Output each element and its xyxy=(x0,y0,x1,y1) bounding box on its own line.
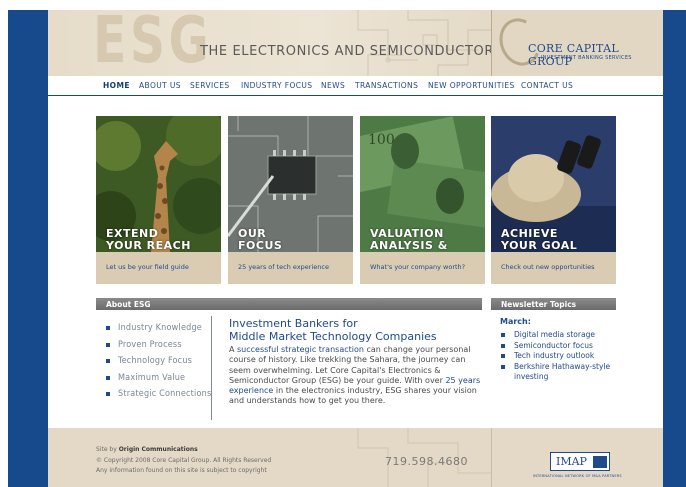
newsletter-item[interactable]: Berkshire Hathaway-style investing xyxy=(500,362,620,382)
right-border xyxy=(663,10,686,487)
panel-caption[interactable]: Check out new opportunities xyxy=(491,252,616,284)
newsletter-list: Digital media storage Semiconductor focu… xyxy=(500,330,620,382)
bullet-icon xyxy=(501,354,505,358)
panel-caption[interactable]: Let us be your field guide xyxy=(96,252,221,284)
about-link-strategic-connections[interactable]: Strategic Connections xyxy=(106,386,211,403)
panel-achieve-goal[interactable]: ACHIEVE YOUR GOAL Check out new opportuni… xyxy=(491,116,616,284)
panel-caption[interactable]: What's your company worth? xyxy=(360,252,485,284)
nav-about-us[interactable]: ABOUT US xyxy=(139,81,181,90)
about-link-maximum-value[interactable]: Maximum Value xyxy=(106,370,211,387)
panel-our-focus[interactable]: OUR FOCUS 25 years of tech experience xyxy=(228,116,353,284)
newsletter-item[interactable]: Semiconductor focus xyxy=(500,341,620,351)
origin-communications-link[interactable]: Origin Communications xyxy=(119,446,198,453)
link-strategic-transaction[interactable]: successful strategic transaction xyxy=(237,345,364,354)
nav-contact-us[interactable]: CONTACT US xyxy=(521,81,573,90)
main-nav: HOME ABOUT US SERVICES INDUSTRY FOCUS NE… xyxy=(48,76,663,96)
circuit-pattern-icon xyxy=(357,10,491,76)
nav-new-opportunities[interactable]: NEW OPPORTUNITIES xyxy=(428,81,515,90)
nav-home[interactable]: HOME xyxy=(103,81,130,90)
bullet-icon xyxy=(501,343,505,348)
about-link-list: Industry Knowledge Proven Process Techno… xyxy=(106,320,211,403)
panel-valuation[interactable]: 100 VALUATIONANALYSIS & TOOLS What's you… xyxy=(360,116,485,284)
nav-services[interactable]: SERVICES xyxy=(190,81,230,90)
bullet-icon xyxy=(106,359,110,364)
bullet-icon xyxy=(501,333,505,337)
site-credit: Site by Origin Communications xyxy=(96,446,198,453)
panel-heading: EXTEND YOUR REACH xyxy=(106,227,191,252)
footer-divider xyxy=(491,428,492,487)
bullet-icon xyxy=(106,326,110,331)
about-link-industry-knowledge[interactable]: Industry Knowledge xyxy=(106,320,211,337)
newsletter-bar: Newsletter Topics xyxy=(491,298,616,310)
site-footer: © Copyright 2008 Core Capital Group. All… xyxy=(48,428,663,487)
phone-number: 719.598.4680 xyxy=(385,455,468,468)
bullet-icon xyxy=(501,364,505,369)
copyright-text: © Copyright 2008 Core Capital Group. All… xyxy=(96,457,272,464)
about-esg-bar: About ESG xyxy=(96,298,482,310)
nav-news[interactable]: NEWS xyxy=(321,81,345,90)
about-link-technology-focus[interactable]: Technology Focus xyxy=(106,353,211,370)
imap-logo[interactable]: IMAP xyxy=(550,452,610,471)
panel-caption[interactable]: 25 years of tech experience xyxy=(228,252,353,284)
disclaimer-text: Any information found on this site is su… xyxy=(96,467,267,474)
bullet-icon xyxy=(106,375,110,380)
page: ESG THE ELECTRONICS AND SEMICONDUCTOR GR… xyxy=(48,10,663,487)
nav-transactions[interactable]: TRANSACTIONS xyxy=(355,81,418,90)
about-body: A successful strategic transaction can c… xyxy=(229,345,481,406)
left-border xyxy=(8,10,48,487)
panel-extend-reach[interactable]: EXTEND YOUR REACH Let us be your field gu… xyxy=(96,116,221,284)
site-header: ESG THE ELECTRONICS AND SEMICONDUCTOR GR… xyxy=(48,10,663,76)
about-heading: Investment Bankers for Middle Market Tech… xyxy=(229,317,437,343)
newsletter-item[interactable]: Digital media storage xyxy=(500,330,620,340)
panel-heading: OUR FOCUS xyxy=(238,227,283,252)
about-link-proven-process[interactable]: Proven Process xyxy=(106,337,211,354)
about-divider xyxy=(211,316,212,420)
newsletter-item[interactable]: Tech industry outlook xyxy=(500,351,620,361)
esg-logo[interactable]: ESG xyxy=(93,10,212,76)
imap-tagline: INTERNATIONAL NETWORK OF M&A PARTNERS xyxy=(533,474,622,478)
imap-flag-icon xyxy=(593,456,607,468)
svg-text:100: 100 xyxy=(368,132,395,148)
nav-industry-focus[interactable]: INDUSTRY FOCUS xyxy=(241,81,312,90)
logo-tagline: INVESTMENT BANKING SERVICES xyxy=(541,55,632,61)
newsletter-month: March: xyxy=(500,317,531,326)
panel-heading: ACHIEVE YOUR GOAL xyxy=(501,227,578,252)
bullet-icon xyxy=(106,392,110,397)
core-capital-logo[interactable]: CORE CAPITAL GROUP INVESTMENT BANKING SE… xyxy=(492,10,663,76)
bullet-icon xyxy=(106,342,110,347)
